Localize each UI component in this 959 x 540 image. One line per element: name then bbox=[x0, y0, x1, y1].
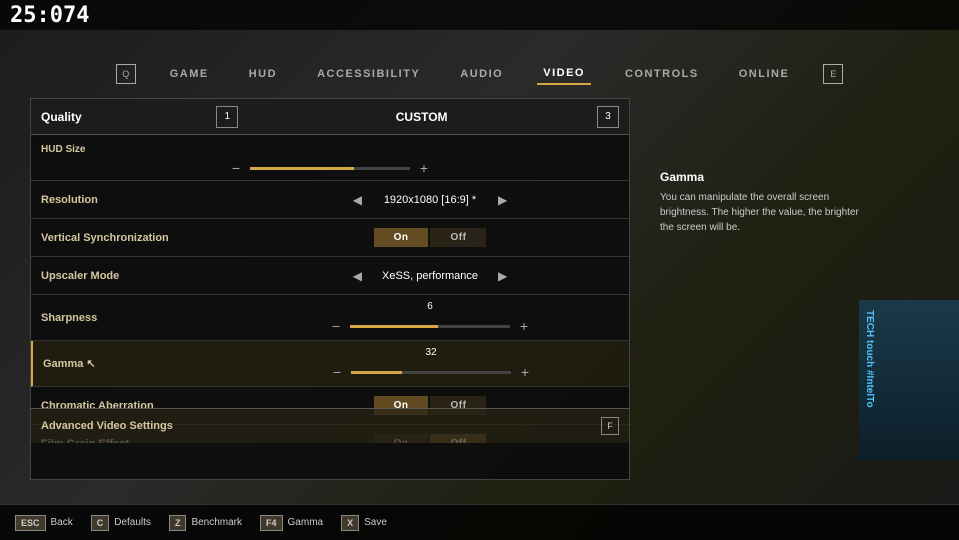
advanced-label: Advanced Video Settings bbox=[41, 420, 601, 432]
bottom-bar: ESC Back C Defaults Z Benchmark F4 Gamma… bbox=[0, 504, 959, 540]
hud-plus[interactable]: + bbox=[416, 160, 432, 176]
side-box-text: TECH touch #IntelTo bbox=[864, 310, 875, 408]
resolution-label: Resolution bbox=[41, 194, 241, 206]
quality-value: CUSTOM bbox=[246, 110, 597, 124]
save-label: Save bbox=[364, 517, 387, 528]
upscaler-value: XeSS, performance bbox=[370, 270, 490, 282]
resolution-row: Resolution ◀ 1920x1080 [16:9] * ▶ bbox=[31, 181, 629, 219]
advanced-f-key: F bbox=[601, 417, 619, 435]
gamma-plus[interactable]: + bbox=[517, 364, 533, 380]
action-back: ESC Back bbox=[15, 515, 73, 531]
esc-key: ESC bbox=[15, 515, 46, 531]
nav-item-hud[interactable]: HUD bbox=[243, 64, 283, 84]
advanced-settings-btn[interactable]: Advanced Video Settings F bbox=[31, 408, 629, 443]
c-key: C bbox=[91, 515, 110, 531]
x-key: X bbox=[341, 515, 359, 531]
f4-key: F4 bbox=[260, 515, 283, 531]
hud-minus[interactable]: − bbox=[228, 160, 244, 176]
gamma-control: 32 − + bbox=[243, 347, 619, 380]
gamma-row: Gamma ↖ 32 − + bbox=[31, 341, 629, 387]
info-panel: Gamma You can manipulate the overall scr… bbox=[650, 160, 870, 245]
quality-num-left[interactable]: 1 bbox=[216, 106, 238, 128]
timer-bar: 25:074 bbox=[0, 0, 959, 30]
timer-display: 25:074 bbox=[10, 3, 89, 28]
upscaler-arrow-left[interactable]: ◀ bbox=[353, 269, 362, 283]
sharpness-label: Sharpness bbox=[41, 312, 241, 324]
upscaler-label: Upscaler Mode bbox=[41, 270, 241, 282]
gamma-action-label: Gamma bbox=[288, 517, 324, 528]
gamma-value: 32 bbox=[425, 347, 436, 358]
hud-size-label: HUD Size bbox=[41, 144, 85, 155]
nav-icon-e[interactable]: E bbox=[823, 64, 843, 84]
hud-size-row: HUD Size − + bbox=[31, 135, 629, 181]
upscaler-control: ◀ XeSS, performance ▶ bbox=[241, 269, 619, 283]
resolution-value: 1920x1080 [16:9] * bbox=[370, 194, 490, 206]
back-label: Back bbox=[51, 517, 73, 528]
vsync-toggle: On Off bbox=[374, 228, 487, 247]
action-gamma: F4 Gamma bbox=[260, 515, 323, 531]
sharpness-plus[interactable]: + bbox=[516, 318, 532, 334]
upscaler-row: Upscaler Mode ◀ XeSS, performance ▶ bbox=[31, 257, 629, 295]
nav-bar: Q GAME HUD ACCESSIBILITY AUDIO VIDEO CON… bbox=[0, 55, 959, 93]
sharpness-track[interactable] bbox=[350, 325, 510, 328]
vsync-row: Vertical Synchronization On Off bbox=[31, 219, 629, 257]
nav-item-controls[interactable]: CONTROLS bbox=[619, 64, 705, 84]
main-panel: Quality 1 CUSTOM 3 HUD Size − + Resoluti… bbox=[30, 98, 630, 480]
info-title: Gamma bbox=[660, 170, 860, 184]
right-side-decoration: TECH touch #IntelTo bbox=[859, 300, 959, 460]
sharpness-row: Sharpness 6 − + bbox=[31, 295, 629, 341]
gamma-label: Gamma ↖ bbox=[43, 357, 243, 370]
vsync-label: Vertical Synchronization bbox=[41, 232, 241, 244]
hud-size-slider[interactable]: − + bbox=[41, 160, 619, 176]
action-defaults: C Defaults bbox=[91, 515, 151, 531]
nav-item-game[interactable]: GAME bbox=[164, 64, 215, 84]
benchmark-label: Benchmark bbox=[191, 517, 242, 528]
upscaler-arrow-right[interactable]: ▶ bbox=[498, 269, 507, 283]
action-save: X Save bbox=[341, 515, 387, 531]
vsync-off[interactable]: Off bbox=[430, 228, 486, 247]
sharpness-control: 6 − + bbox=[241, 301, 619, 334]
resolution-arrow-right[interactable]: ▶ bbox=[498, 193, 507, 207]
z-key: Z bbox=[169, 515, 187, 531]
nav-icon-q[interactable]: Q bbox=[116, 64, 136, 84]
vsync-on[interactable]: On bbox=[374, 228, 429, 247]
resolution-control: ◀ 1920x1080 [16:9] * ▶ bbox=[241, 193, 619, 207]
sharpness-minus[interactable]: − bbox=[328, 318, 344, 334]
action-benchmark: Z Benchmark bbox=[169, 515, 242, 531]
nav-item-accessibility[interactable]: ACCESSIBILITY bbox=[311, 64, 426, 84]
nav-item-video[interactable]: VIDEO bbox=[537, 63, 591, 85]
defaults-label: Defaults bbox=[114, 517, 151, 528]
vsync-control: On Off bbox=[241, 228, 619, 247]
quality-num-right[interactable]: 3 bbox=[597, 106, 619, 128]
nav-item-online[interactable]: ONLINE bbox=[733, 64, 796, 84]
sharpness-value: 6 bbox=[427, 301, 433, 312]
gamma-track[interactable] bbox=[351, 371, 511, 374]
quality-header: Quality 1 CUSTOM 3 bbox=[31, 99, 629, 135]
gamma-minus[interactable]: − bbox=[329, 364, 345, 380]
resolution-arrow-left[interactable]: ◀ bbox=[353, 193, 362, 207]
nav-item-audio[interactable]: AUDIO bbox=[454, 64, 509, 84]
quality-label: Quality bbox=[41, 110, 216, 124]
settings-list: HUD Size − + Resolution ◀ 1920x1080 [16:… bbox=[31, 135, 629, 443]
info-description: You can manipulate the overall screen br… bbox=[660, 190, 860, 235]
